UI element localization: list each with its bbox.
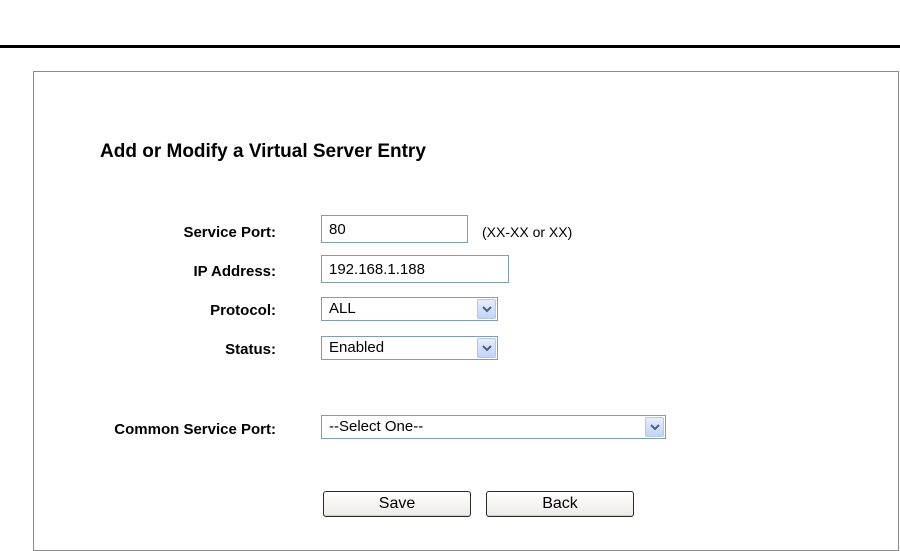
chevron-down-icon[interactable]	[477, 299, 496, 319]
header-divider	[0, 45, 900, 48]
ip-address-input[interactable]	[321, 255, 509, 283]
protocol-select[interactable]: ALL	[321, 297, 498, 321]
service-port-input[interactable]	[321, 215, 468, 243]
status-select[interactable]: Enabled	[321, 336, 498, 360]
service-port-label: Service Port:	[183, 224, 276, 241]
status-label: Status:	[225, 341, 276, 358]
ip-address-label: IP Address:	[193, 263, 276, 280]
chevron-down-icon[interactable]	[645, 417, 664, 437]
status-selected-value: Enabled	[329, 339, 385, 356]
protocol-selected-value: ALL	[329, 300, 356, 317]
common-service-port-selected-value: --Select One--	[329, 418, 424, 435]
chevron-down-icon[interactable]	[477, 338, 496, 358]
protocol-label: Protocol:	[210, 302, 276, 319]
back-button[interactable]: Back	[486, 491, 634, 517]
common-service-port-label: Common Service Port:	[114, 421, 276, 438]
page-title: Add or Modify a Virtual Server Entry	[100, 141, 426, 162]
save-button[interactable]: Save	[323, 491, 471, 517]
service-port-hint: (XX-XX or XX)	[482, 224, 573, 240]
common-service-port-select[interactable]: --Select One--	[321, 415, 666, 439]
